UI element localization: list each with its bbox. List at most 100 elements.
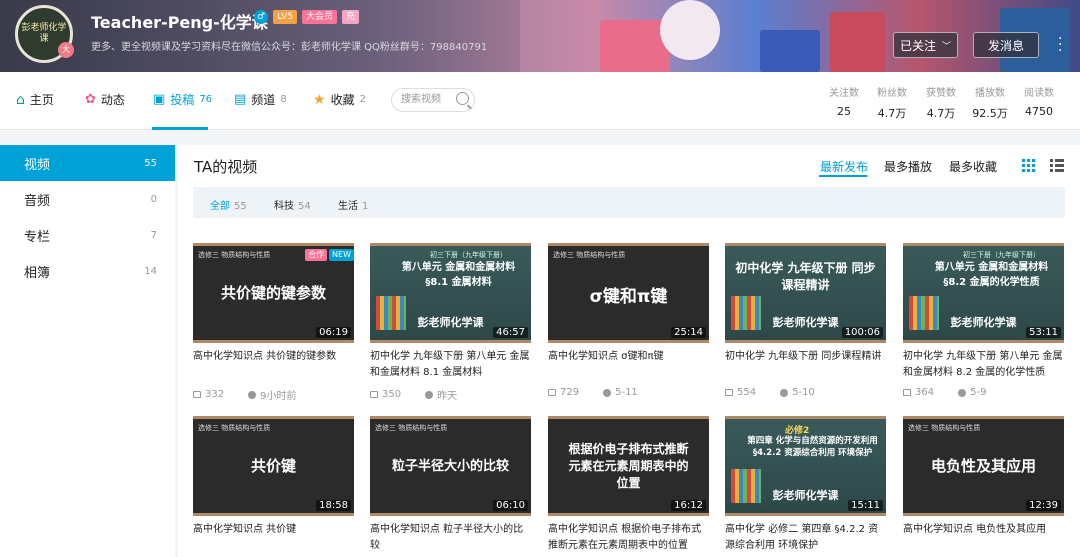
thumbnail-subtitle: 选修三 物质结构与性质 [198,424,271,432]
video-meta: 364 5-9 [903,387,1064,398]
stat-followers[interactable]: 粉丝数 4.7万 [870,84,914,121]
section-title: TA的视频 [194,158,258,176]
video-card[interactable]: 选修三 物质结构与性质 σ键和π键 25:14 高中化学知识点 σ键和π键 72… [548,243,709,398]
level-badge: LV5 [273,10,297,24]
stat-value: 4750 [1025,105,1053,118]
video-card[interactable]: 初中化学 九年级下册 同步课程精讲 彭老师化学课 100:06 初中化学 九年级… [725,243,886,398]
tab-home-label: 主页 [29,93,54,107]
video-card[interactable]: 必修2 第四章 化学与自然资源的开发利用 §4.2.2 资源综合利用 环境保护 … [725,416,886,554]
video-thumbnail[interactable]: 选修三 物质结构与性质 电负性及其应用 12:39 [903,416,1064,516]
sidebar-item-video[interactable]: 视频 55 [0,145,175,181]
video-card[interactable]: 选修三 物质结构与性质 电负性及其应用 12:39 高中化学知识点 电负性及其应… [903,416,1064,554]
video-title[interactable]: 初中化学 九年级下册 同步课程精讲 [725,349,886,381]
video-thumbnail[interactable]: 初三下册（九年级下册） 第八单元 金属和金属材料 §8.1 金属材料 彭老师化学… [370,243,531,343]
thumbnail-title: σ键和π键 [589,287,668,307]
publish-time: 5-9 [970,387,987,398]
video-title[interactable]: 高中化学 必修二 第四章 §4.2.2 资源综合利用 环境保护 [725,522,886,554]
stat-following[interactable]: 关注数 25 [822,84,866,118]
list-view-icon[interactable] [1050,159,1064,172]
tab-upload[interactable]: ▣ 投稿 76 [153,91,212,108]
thumbnail-subtitle: 选修三 物质结构与性质 [553,251,626,259]
grid-view-icon[interactable] [1022,159,1035,172]
content-type-sidebar: 视频 55 音频 0 专栏 7 相簿 14 [0,145,175,557]
tab-favorite[interactable]: ★ 收藏 2 [313,91,366,108]
avatar[interactable]: 彭老师化学课 大 [15,5,74,63]
profile-banner: 彭老师化学课 大 Teacher-Peng-化学课 ♂ LV5 大会员 充 更多… [0,0,1080,72]
stat-label: 关注数 [829,88,859,99]
search-icon[interactable] [456,92,469,105]
thumbnail-title: 粒子半径大小的比较 [391,459,509,474]
video-thumbnail[interactable]: 初中化学 九年级下册 同步课程精讲 彭老师化学课 100:06 [725,243,886,343]
tab-favorite-label: 收藏 [330,93,355,107]
sidebar-item-album[interactable]: 相簿 14 [0,253,175,289]
sort-newest[interactable]: 最新发布 [820,158,868,175]
filter-all[interactable]: 全部 55 [210,197,247,212]
video-card[interactable]: 选修三 物质结构与性质 粒子半径大小的比较 06:10 高中化学知识点 粒子半径… [370,416,531,554]
home-icon: ⌂ [16,91,25,108]
video-card[interactable]: 初三下册（九年级下册） 第八单元 金属和金属材料 §8.2 金属的化学性质 彭老… [903,243,1064,398]
video-meta: 729 5-11 [548,387,709,398]
video-card[interactable]: 根据价电子排布式推断元素在元素周期表中的位置 16:12 高中化学知识点 根据价… [548,416,709,554]
clock-icon [603,388,612,397]
new-badge: NEW [329,249,354,261]
video-thumbnail[interactable]: 选修三 物质结构与性质 粒子半径大小的比较 06:10 [370,416,531,516]
banner-gift-decoration [830,12,885,72]
video-card[interactable]: 初三下册（九年级下册） 第八单元 金属和金属材料 §8.1 金属材料 彭老师化学… [370,243,531,402]
video-duration: 12:39 [1026,500,1061,511]
sidebar-item-article[interactable]: 专栏 7 [0,217,175,253]
play-count: 554 [737,387,757,398]
play-count: 350 [382,389,402,400]
message-button[interactable]: 发消息 [973,32,1039,58]
tab-dynamic[interactable]: ✿ 动态 [85,91,125,108]
video-title[interactable]: 高中化学知识点 共价键的键参数 [193,349,354,381]
video-thumbnail[interactable]: 初三下册（九年级下册） 第八单元 金属和金属材料 §8.2 金属的化学性质 彭老… [903,243,1064,343]
video-title[interactable]: 高中化学知识点 共价键 [193,522,354,554]
charge-badge[interactable]: 充 [342,10,360,24]
sidebar-item-label: 音频 [24,193,51,209]
filter-tech[interactable]: 科技 54 [274,197,311,212]
video-thumbnail[interactable]: 必修2 第四章 化学与自然资源的开发利用 §4.2.2 资源综合利用 环境保护 … [725,416,886,516]
filter-label: 生活 [338,201,358,212]
video-title[interactable]: 高中化学知识点 粒子半径大小的比较 [370,522,531,554]
video-title[interactable]: 高中化学知识点 电负性及其应用 [903,522,1064,554]
video-thumbnail[interactable]: 根据价电子排布式推断元素在元素周期表中的位置 16:12 [548,416,709,516]
thumbnail-subtitle: 选修三 物质结构与性质 [375,424,448,432]
video-title[interactable]: 高中化学知识点 根据价电子排布式推断元素在元素周期表中的位置 [548,522,709,554]
sidebar-item-count: 0 [150,193,157,205]
thumbnail-subtitle: 选修三 物质结构与性质 [908,424,981,432]
video-card[interactable]: 选修三 物质结构与性质 共价键 18:58 高中化学知识点 共价键 [193,416,354,554]
video-thumbnail[interactable]: 选修三 物质结构与性质 合作 NEW 共价键的键参数 06:19 [193,243,354,343]
thumbnail-title: 第四章 化学与自然资源的开发利用 §4.2.2 资源综合利用 环境保护 [747,436,878,458]
video-duration: 06:19 [316,327,351,338]
more-icon[interactable]: · · · [1058,32,1062,58]
video-card[interactable]: 选修三 物质结构与性质 合作 NEW 共价键的键参数 06:19 高中化学知识点… [193,243,354,402]
tab-channel[interactable]: ▤ 频道 8 [234,91,287,108]
video-title[interactable]: 高中化学知识点 σ键和π键 [548,349,709,381]
search-input[interactable]: 搜索视频 [391,88,475,112]
stat-reads: 阅读数 4750 [1017,84,1061,118]
sidebar-item-audio[interactable]: 音频 0 [0,181,175,217]
profile-nav: ⌂ 主页 ✿ 动态 ▣ 投稿 76 ▤ 频道 8 ★ 收藏 2 搜索视频 关注数… [0,72,1080,130]
dynamic-icon: ✿ [85,92,96,107]
vip-badge[interactable]: 大会员 [302,10,338,24]
filter-count: 55 [234,201,247,212]
sort-most-played[interactable]: 最多播放 [884,158,932,175]
tab-dynamic-label: 动态 [100,93,125,107]
collab-badge: 合作 [305,249,328,261]
banner-gift-decoration [760,30,820,72]
clock-icon [248,390,257,399]
video-thumbnail[interactable]: 选修三 物质结构与性质 共价键 18:58 [193,416,354,516]
publish-time: 5-10 [792,387,815,398]
sidebar-item-count: 55 [144,157,157,169]
video-meta: 332 9小时前 [193,387,354,402]
sort-most-favorited[interactable]: 最多收藏 [949,158,997,175]
filter-life[interactable]: 生活 1 [338,197,368,212]
tab-home[interactable]: ⌂ 主页 [16,91,54,108]
play-count: 332 [205,389,225,400]
video-thumbnail[interactable]: 选修三 物质结构与性质 σ键和π键 25:14 [548,243,709,343]
video-title[interactable]: 初中化学 九年级下册 第八单元 金属和金属材料 8.2 金属的化学性质 [903,349,1064,381]
stat-label: 获赞数 [926,88,956,99]
video-title[interactable]: 初中化学 九年级下册 第八单元 金属和金属材料 8.1 金属材料 [370,349,531,381]
follow-button[interactable]: 已关注 ﹀ [893,32,958,58]
play-count-icon [193,391,201,398]
